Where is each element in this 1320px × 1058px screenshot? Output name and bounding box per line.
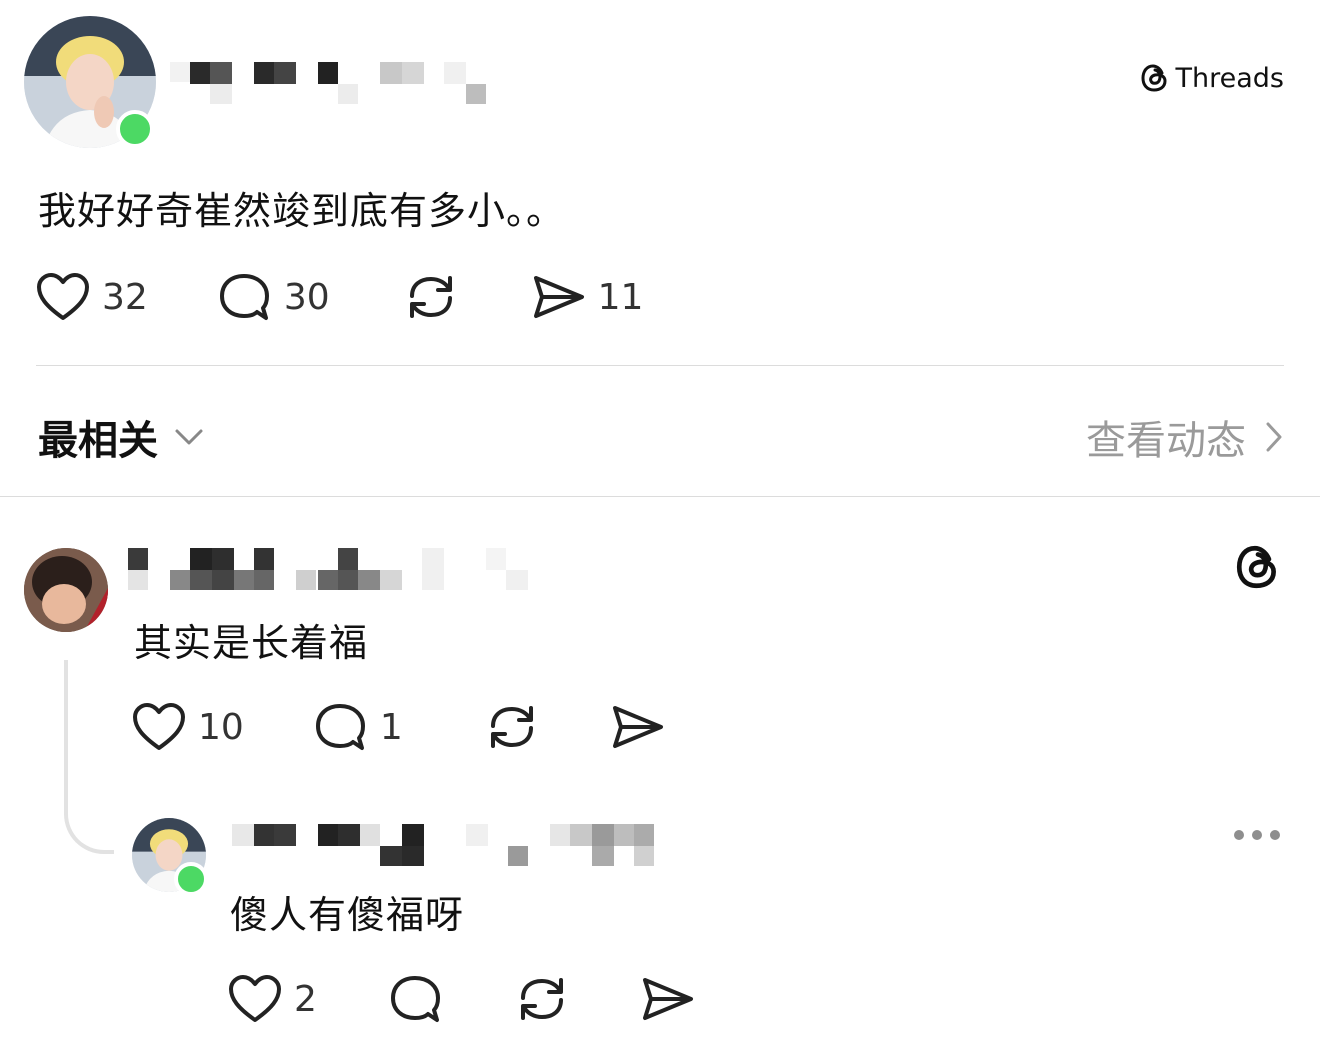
threads-app-icon[interactable]	[1234, 542, 1282, 592]
reply-1-comment-count: 1	[379, 706, 403, 748]
reply-1-avatar[interactable]	[24, 548, 108, 632]
threads-brand: Threads	[1140, 62, 1284, 94]
more-dot-icon	[1270, 830, 1280, 840]
reply-2-actions: 2	[228, 974, 695, 1024]
reply-1-text: 其实是长着福	[134, 621, 369, 665]
section-divider	[0, 496, 1320, 497]
reply-2-like-count: 2	[294, 978, 317, 1020]
reply-1-like-button[interactable]: 10	[132, 702, 244, 752]
sort-label: 最相关	[38, 418, 158, 464]
comment-bubble-icon	[390, 976, 440, 1022]
send-icon	[533, 276, 584, 318]
share-button[interactable]: 11	[532, 272, 644, 322]
post-divider	[36, 365, 1284, 366]
comment-bubble-icon	[219, 274, 269, 320]
threads-logo-icon	[1141, 64, 1167, 92]
reply-1-like-count: 10	[198, 706, 244, 748]
chevron-right-icon	[1266, 422, 1282, 452]
reply-2-text: 傻人有傻福呀	[230, 893, 465, 937]
like-count: 32	[102, 276, 148, 318]
share-count: 11	[597, 276, 644, 318]
view-activity-link[interactable]: 查看动态	[1086, 408, 1284, 466]
heart-icon	[37, 273, 89, 320]
heart-icon	[229, 975, 281, 1022]
reply-2-comment-button[interactable]	[389, 974, 443, 1024]
reply-2-repost-button[interactable]	[515, 974, 569, 1024]
threads-brand-label: Threads	[1175, 62, 1284, 94]
repost-icon	[490, 706, 533, 748]
thread-connector-line	[64, 660, 114, 854]
post-text: 我好好奇崔然竣到底有多小。。	[38, 189, 566, 233]
comment-button[interactable]: 30	[218, 272, 330, 322]
more-options-button[interactable]	[1234, 830, 1280, 840]
reply-1-share-button[interactable]	[611, 702, 665, 752]
view-activity-label: 查看动态	[1086, 418, 1246, 464]
like-button[interactable]: 32	[36, 272, 148, 322]
repost-button[interactable]	[404, 272, 458, 322]
reply-1-repost-button[interactable]	[485, 702, 539, 752]
repost-icon	[520, 978, 563, 1020]
repost-icon	[409, 276, 452, 318]
comment-bubble-icon	[315, 704, 365, 750]
sort-dropdown[interactable]: 最相关	[38, 408, 204, 466]
reply-1-avatar-image	[24, 548, 108, 632]
reply-2-like-button[interactable]: 2	[228, 974, 317, 1024]
reply-1-comment-button[interactable]: 1	[314, 702, 403, 752]
reply-1-actions: 10 1	[132, 702, 665, 752]
send-icon	[642, 978, 693, 1020]
more-dot-icon	[1234, 830, 1244, 840]
comment-count: 30	[283, 276, 330, 318]
author-online-indicator	[116, 110, 154, 148]
send-icon	[612, 706, 663, 748]
chevron-down-icon	[175, 429, 203, 445]
heart-icon	[133, 703, 185, 750]
post-actions: 32 30 11	[36, 272, 643, 322]
reply-2-share-button[interactable]	[641, 974, 695, 1024]
reply-2-online-indicator	[174, 862, 208, 896]
more-dot-icon	[1252, 830, 1262, 840]
